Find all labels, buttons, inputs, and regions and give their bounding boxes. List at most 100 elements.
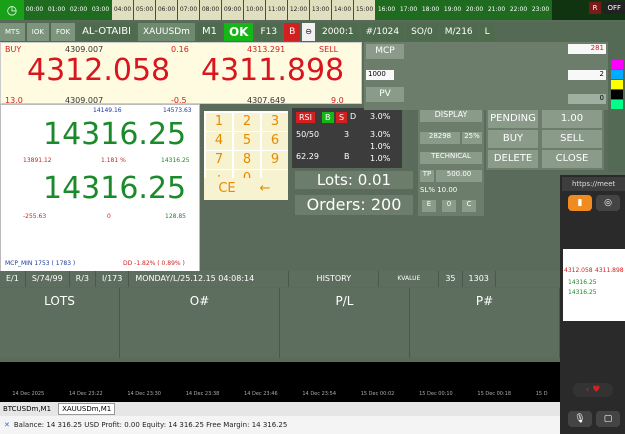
key-3[interactable]: 4 [206, 132, 232, 150]
m-pct: 1.181 % [101, 157, 126, 164]
col-lots: LOTS [0, 288, 120, 358]
m1: 13891.12 [23, 157, 52, 164]
key-7[interactable]: 8 [234, 151, 260, 169]
info-bar: E/1 S/74/99 R/3 I/173 MONDAY/L/25.12.15 … [0, 271, 560, 287]
key-0[interactable]: 1 [206, 113, 232, 131]
dd-value: DD -1.82% ( 0.89% ) [123, 260, 185, 267]
keypad-row-2: CE ← [204, 178, 288, 200]
datetime: MONDAY/L/25.12.15 04:08:14 [129, 271, 290, 287]
thumb-c: 14316.25 [568, 279, 597, 286]
status-text: Balance: 14 316.25 USD Profit: 0.00 Equi… [13, 421, 288, 429]
tp-value[interactable]: 500.00 [436, 170, 482, 182]
off-button[interactable]: OFF [603, 2, 625, 14]
orders-table: LOTS O# P/L P# [0, 288, 560, 358]
hour-16: 16:00 [376, 0, 398, 20]
spread-small: 0.16 [171, 45, 189, 54]
pending-button[interactable]: PENDING [488, 110, 538, 128]
key-8[interactable]: 9 [262, 151, 288, 169]
e-button[interactable]: E [422, 200, 436, 212]
right-9: 9.0 [331, 96, 344, 105]
hour-14: 14:00 [332, 0, 354, 20]
hour-0: 00:00 [24, 0, 46, 20]
hour-list: 00:00 01:00 02:00 03:00 04:00 05:00 06:00 07:00… [24, 0, 552, 20]
display-button[interactable]: DISPLAY [420, 110, 482, 122]
rsi-button[interactable]: RSI [296, 112, 315, 123]
history-button[interactable]: HISTORY [289, 271, 380, 287]
lot-value[interactable]: 1.00 [542, 110, 602, 128]
c-button[interactable]: C [462, 200, 476, 212]
d-label: D [350, 112, 357, 121]
key-6[interactable]: 7 [206, 151, 232, 169]
hour-21: 21:00 [486, 0, 508, 20]
s-button[interactable]: S [336, 112, 348, 123]
sell-button[interactable]: SELL [542, 130, 602, 148]
sell-price: 4311.898 [201, 53, 345, 88]
hour-17: 17:00 [398, 0, 420, 20]
overlay-icon-2[interactable]: ◎ [596, 195, 620, 211]
key-5[interactable]: 6 [262, 132, 288, 150]
ok-button[interactable]: OK [223, 23, 254, 41]
color-swatch[interactable] [611, 70, 623, 79]
close-button[interactable]: CLOSE [542, 150, 602, 168]
technical-button[interactable]: TECHNICAL [420, 152, 482, 164]
pv-button[interactable]: PV [366, 87, 404, 102]
f13-button[interactable]: F13 [255, 23, 283, 41]
account-name: AL-OTAIBI [77, 23, 137, 41]
tab-btcusd[interactable]: BTCUSDm,M1 [0, 404, 54, 414]
kvalue: KVALUE [379, 271, 440, 287]
overlay-url[interactable]: https://meet [562, 177, 625, 191]
camera-icon[interactable]: ▢ [596, 411, 620, 427]
fok-button[interactable]: FOK [50, 23, 76, 41]
p1: 3.0% [370, 112, 391, 121]
mcp-area: MCP 1000 PV 281 2 0 [364, 42, 608, 110]
lots-display[interactable]: Lots: 0.01 [295, 171, 413, 189]
key-1[interactable]: 2 [234, 113, 260, 131]
b-button[interactable]: B [322, 112, 334, 123]
close-icon[interactable]: ✕ [4, 421, 10, 429]
color-swatch[interactable] [611, 60, 623, 69]
hour-4: 04:00 [112, 0, 134, 20]
status-bar: ✕ Balance: 14 316.25 USD Profit: 0.00 Eq… [0, 416, 560, 434]
overlay-icon-1[interactable]: ▮ [568, 195, 592, 211]
rsi-b: B [344, 152, 350, 161]
iok-button[interactable]: IOK [26, 23, 49, 41]
flag-icon[interactable]: ⊖ [302, 23, 315, 41]
e1: E/1 [0, 271, 26, 287]
hour-10: 10:00 [244, 0, 266, 20]
buy-price: 4312.058 [27, 53, 171, 88]
r-button[interactable]: R [588, 2, 602, 14]
key-4[interactable]: 5 [234, 132, 260, 150]
buy-button[interactable]: BUY [488, 130, 538, 148]
mcp-input[interactable]: 1000 [366, 70, 394, 80]
heart-icon[interactable]: ‹ ♥ [573, 383, 613, 397]
stat-count: #/1024 [360, 23, 405, 41]
chart-tabs: BTCUSDm,M1 XAUUSDm,M1 [0, 402, 560, 416]
timeframe-selector[interactable]: M1 [196, 23, 222, 41]
p3: 1.0% [370, 142, 391, 151]
display-pct: 25% [462, 132, 482, 144]
color-swatch[interactable] [611, 90, 623, 99]
hour-13: 13:00 [310, 0, 332, 20]
ce-button[interactable]: CE [214, 180, 240, 198]
mic-icon[interactable]: 🎙 [568, 411, 592, 427]
clock-icon[interactable]: ◷ [0, 0, 24, 20]
hour-15: 15:00 [354, 0, 376, 20]
stat-margin: M/216 [439, 23, 478, 41]
hour-5: 05:00 [134, 0, 156, 20]
r281: 281 [568, 44, 606, 54]
delete-button[interactable]: DELETE [488, 150, 538, 168]
hour-2: 02:00 [68, 0, 90, 20]
zero-button[interactable]: 0 [442, 200, 456, 212]
hour-12: 12:00 [288, 0, 310, 20]
orders-display[interactable]: Orders: 200 [295, 195, 413, 215]
back-button[interactable]: ← [252, 180, 278, 198]
b-icon[interactable]: B [284, 23, 301, 41]
key-2[interactable]: 3 [262, 113, 288, 131]
mts-button[interactable]: MTS [0, 23, 25, 41]
color-swatch[interactable] [611, 100, 623, 109]
color-swatch[interactable] [611, 80, 623, 89]
tab-xauusd[interactable]: XAUUSDm,M1 [58, 403, 116, 415]
mcp-button[interactable]: MCP [366, 44, 404, 59]
symbol-selector[interactable]: XAUUSDm [138, 23, 195, 41]
thumb-b: 4311.898 [595, 267, 624, 274]
